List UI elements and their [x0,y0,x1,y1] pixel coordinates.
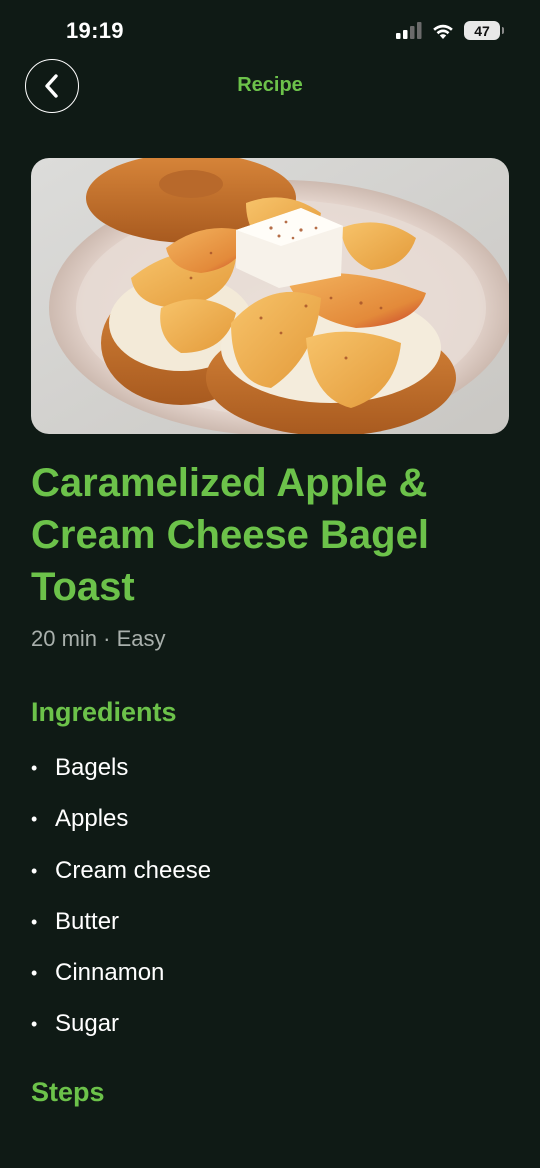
list-item: • Butter [31,904,211,955]
recipe-meta: 20 min · Easy [31,626,166,651]
bullet: • [31,758,38,778]
bullet: • [31,809,38,830]
wifi-icon [433,24,453,39]
recipe-image [31,158,509,434]
recipe-title: Caramelized Apple & Cream Cheese Bagel T… [31,461,429,609]
list-item: • Sugar [31,1006,211,1057]
list-item: • Bagels [31,750,211,801]
bullet: • [31,963,38,984]
battery-level: 47 [474,22,490,39]
page-title: Recipe [237,74,303,96]
ingredient-text: Cinnamon [55,959,165,987]
status-bar: 19:19 47 [0,0,540,64]
ingredient-text: Butter [55,907,120,935]
battery-icon: 47 [464,21,504,40]
ingredient-list: • Bagels • Apples • Cream cheese • Butte… [31,750,211,1058]
status-icons: 47 [396,21,504,40]
ingredients-heading: Ingredients [31,697,177,727]
ingredient-text: Sugar [55,1010,120,1038]
list-item: • Apples [31,801,211,852]
bullet: • [31,1014,38,1035]
bullet: • [31,911,38,932]
steps-heading: Steps [31,1077,105,1107]
status-time: 19:19 [66,18,124,43]
ingredient-text: Apples [55,805,129,833]
bullet: • [31,860,38,881]
cellular-signal-icon [396,22,422,39]
list-item: • Cream cheese [31,853,211,904]
ingredient-text: Bagels [55,754,129,781]
ingredient-text: Cream cheese [55,856,212,884]
list-item: • Cinnamon [31,955,211,1006]
